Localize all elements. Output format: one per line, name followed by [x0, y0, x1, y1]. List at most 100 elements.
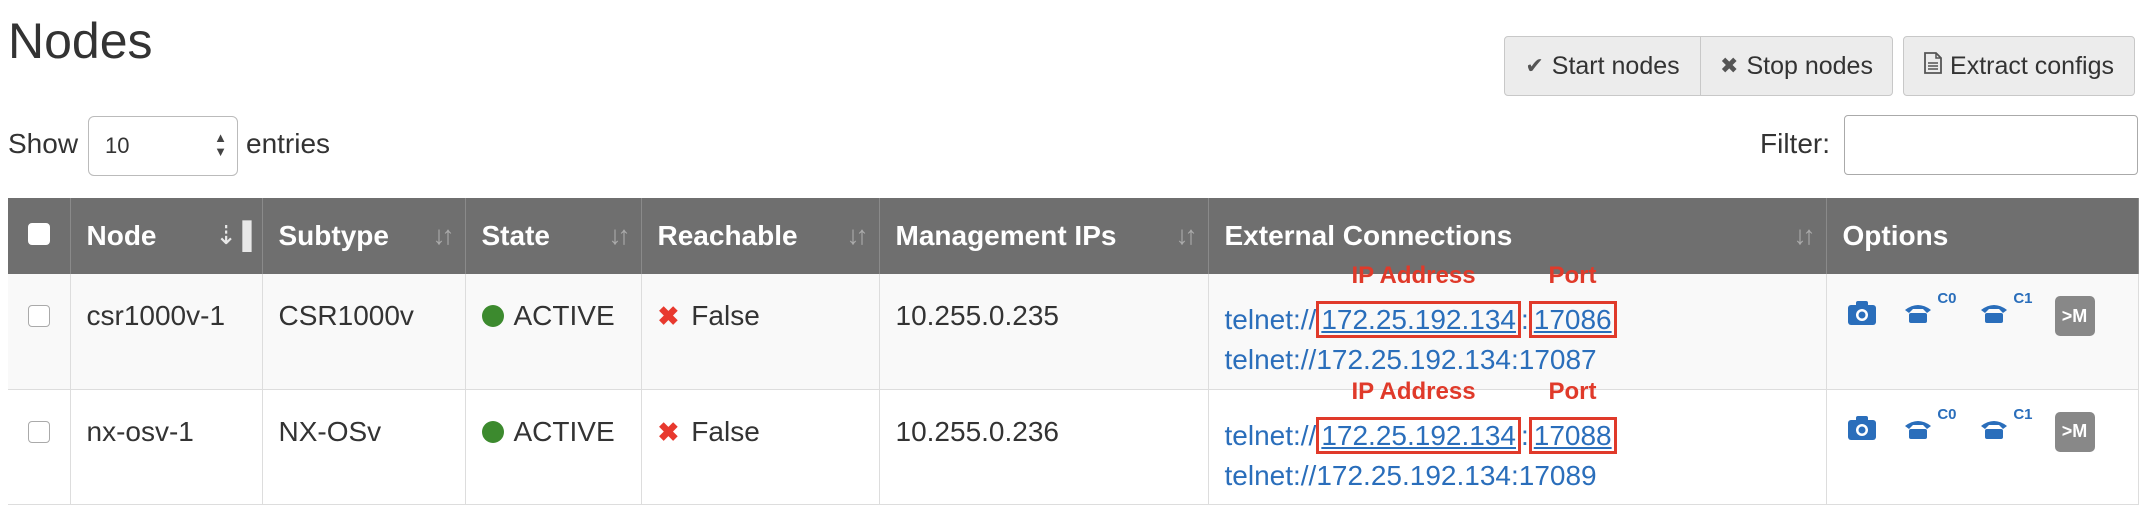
- row-checkbox-cell: [8, 274, 71, 390]
- subtype-value: NX-OSv: [278, 415, 382, 447]
- status-dot-icon: [481, 305, 504, 327]
- connection-link-2[interactable]: telnet://172.25.192.134:17089: [1225, 456, 1617, 496]
- node-name: nx-osv-1: [86, 415, 194, 447]
- ip-address-highlight: 172.25.192.134: [1316, 301, 1521, 338]
- port-highlight: 17086: [1528, 301, 1617, 338]
- state-cell: ACTIVE: [465, 389, 642, 505]
- state-cell: ACTIVE: [465, 274, 642, 390]
- row-checkbox-cell: [8, 389, 71, 505]
- column-header-label: Subtype: [278, 220, 389, 251]
- file-icon: [1924, 52, 1942, 80]
- column-header-management-ips[interactable]: Management IPs ↓↑: [879, 198, 1209, 274]
- start-nodes-button[interactable]: ✔ Start nodes: [1504, 36, 1701, 96]
- table-row: csr1000v-1 CSR1000v ACTIVE ✖ False 10.255…: [8, 262, 2139, 390]
- column-header-label: Node: [86, 220, 157, 251]
- table-header-row: Node ⇣▐ Subtype ↓↑ State ↓↑ Reachable ↓↑ Man…: [8, 198, 2139, 274]
- connection-link-2[interactable]: telnet://172.25.192.134:17087: [1225, 340, 1617, 380]
- connection-link-1[interactable]: telnet://172.25.192.134:17086: [1225, 300, 1617, 340]
- column-header-node[interactable]: Node ⇣▐: [70, 198, 263, 274]
- column-header-state[interactable]: State ↓↑: [465, 198, 642, 274]
- connection-prefix: telnet://: [1224, 419, 1317, 451]
- filter-label: Filter:: [1760, 128, 1830, 159]
- camera-icon[interactable]: [1847, 300, 1877, 333]
- connection-separator: :: [1520, 304, 1529, 335]
- column-header-reachable[interactable]: Reachable ↓↑: [641, 198, 880, 274]
- reachable-cell: ✖ False: [641, 274, 880, 390]
- c0-label: C0: [1937, 405, 1957, 423]
- entries-select[interactable]: 10 ▲ ▼: [88, 116, 238, 176]
- entries-select-value: 10: [105, 133, 130, 158]
- x-icon: ✖: [657, 416, 680, 447]
- start-nodes-label: Start nodes: [1551, 51, 1680, 80]
- node-name: csr1000v-1: [86, 300, 226, 331]
- c1-label: C1: [2013, 405, 2033, 423]
- sort-icon: ↓↑: [1175, 220, 1198, 250]
- options-cell: C0 C1 >M: [1826, 389, 2139, 505]
- reachable-value: False: [691, 415, 760, 447]
- check-icon: ✔: [1525, 53, 1544, 78]
- node-cell: nx-osv-1: [70, 389, 263, 505]
- connection-prefix: telnet://: [1224, 304, 1317, 335]
- select-all-checkbox-cell: [8, 198, 71, 274]
- management-ip-cell: 10.255.0.235: [879, 274, 1209, 390]
- connection-link-1[interactable]: telnet://172.25.192.134:17088: [1225, 416, 1617, 456]
- column-header-label: Reachable: [657, 220, 798, 251]
- ip-address-annotation: IP Address: [1351, 377, 1476, 405]
- console-c0-phone-icon[interactable]: C0: [1903, 290, 1957, 332]
- port-highlight: 17088: [1528, 416, 1617, 454]
- table-row: nx-osv-1 NX-OSv ACTIVE ✖ False 10.255.0.2…: [8, 378, 2139, 505]
- filter-input[interactable]: [1844, 115, 2138, 175]
- sort-icon: ↓↑: [846, 220, 869, 250]
- column-header-label: Options: [1842, 220, 1949, 251]
- external-connections-cell: IP Address Port telnet://172.25.192.134:…: [1208, 378, 1827, 505]
- x-icon: ✖: [1720, 53, 1739, 78]
- terminal-icon[interactable]: >M: [2054, 411, 2095, 452]
- terminal-icon[interactable]: >M: [2054, 296, 2095, 336]
- node-cell: csr1000v-1: [70, 274, 263, 390]
- subtype-value: CSR1000v: [278, 300, 414, 331]
- console-c1-phone-icon[interactable]: C1: [1979, 290, 2033, 332]
- console-c0-phone-icon[interactable]: C0: [1903, 406, 1957, 448]
- camera-icon[interactable]: [1847, 415, 1877, 448]
- subtype-cell: NX-OSv: [262, 389, 466, 505]
- page-title: Nodes: [8, 13, 153, 69]
- extract-configs-label: Extract configs: [1950, 51, 2114, 80]
- entries-label: entries: [246, 128, 331, 159]
- console-c1-phone-icon[interactable]: C1: [1979, 406, 2033, 448]
- ip-address-annotation: IP Address: [1351, 262, 1476, 289]
- column-header-label: State: [481, 220, 550, 251]
- column-header-label: Management IPs: [895, 220, 1117, 251]
- x-icon: ✖: [657, 301, 680, 331]
- column-header-external-connections[interactable]: External Connections ↓↑: [1208, 198, 1827, 274]
- management-ip-value: 10.255.0.236: [895, 415, 1060, 447]
- options-cell: C0 C1 >M: [1826, 274, 2139, 390]
- column-header-subtype[interactable]: Subtype ↓↑: [262, 198, 466, 274]
- select-arrows-icon: ▲ ▼: [214, 130, 227, 159]
- state-value: ACTIVE: [513, 415, 615, 447]
- column-header-label: External Connections: [1224, 220, 1513, 251]
- row-checkbox[interactable]: [27, 305, 50, 327]
- column-header-options: Options: [1826, 198, 2139, 274]
- stop-nodes-button[interactable]: ✖ Stop nodes: [1700, 36, 1893, 96]
- reachable-cell: ✖ False: [641, 389, 880, 505]
- row-checkbox[interactable]: [27, 420, 50, 443]
- sort-icon: ↓↑: [1793, 220, 1816, 250]
- subtype-cell: CSR1000v: [262, 274, 466, 390]
- show-label: Show: [8, 128, 79, 159]
- status-dot-icon: [481, 420, 504, 443]
- nodes-table: Node ⇣▐ Subtype ↓↑ State ↓↑ Reachable ↓↑ Man…: [8, 198, 2139, 505]
- c0-label: C0: [1937, 290, 1957, 307]
- sort-icon: ↓↑: [432, 220, 455, 250]
- extract-configs-button[interactable]: Extract configs: [1903, 36, 2135, 96]
- sort-icon: ⇣▐: [215, 220, 251, 250]
- state-value: ACTIVE: [513, 300, 615, 331]
- management-ip-value: 10.255.0.235: [895, 300, 1060, 331]
- stop-nodes-label: Stop nodes: [1746, 51, 1873, 80]
- port-annotation: Port: [1548, 377, 1597, 405]
- management-ip-cell: 10.255.0.236: [879, 389, 1209, 505]
- external-connections-cell: IP Address Port telnet://172.25.192.134:…: [1208, 262, 1827, 390]
- connection-separator: :: [1520, 419, 1529, 451]
- select-all-checkbox[interactable]: [27, 223, 50, 245]
- port-annotation: Port: [1548, 262, 1597, 289]
- c1-label: C1: [2013, 290, 2033, 307]
